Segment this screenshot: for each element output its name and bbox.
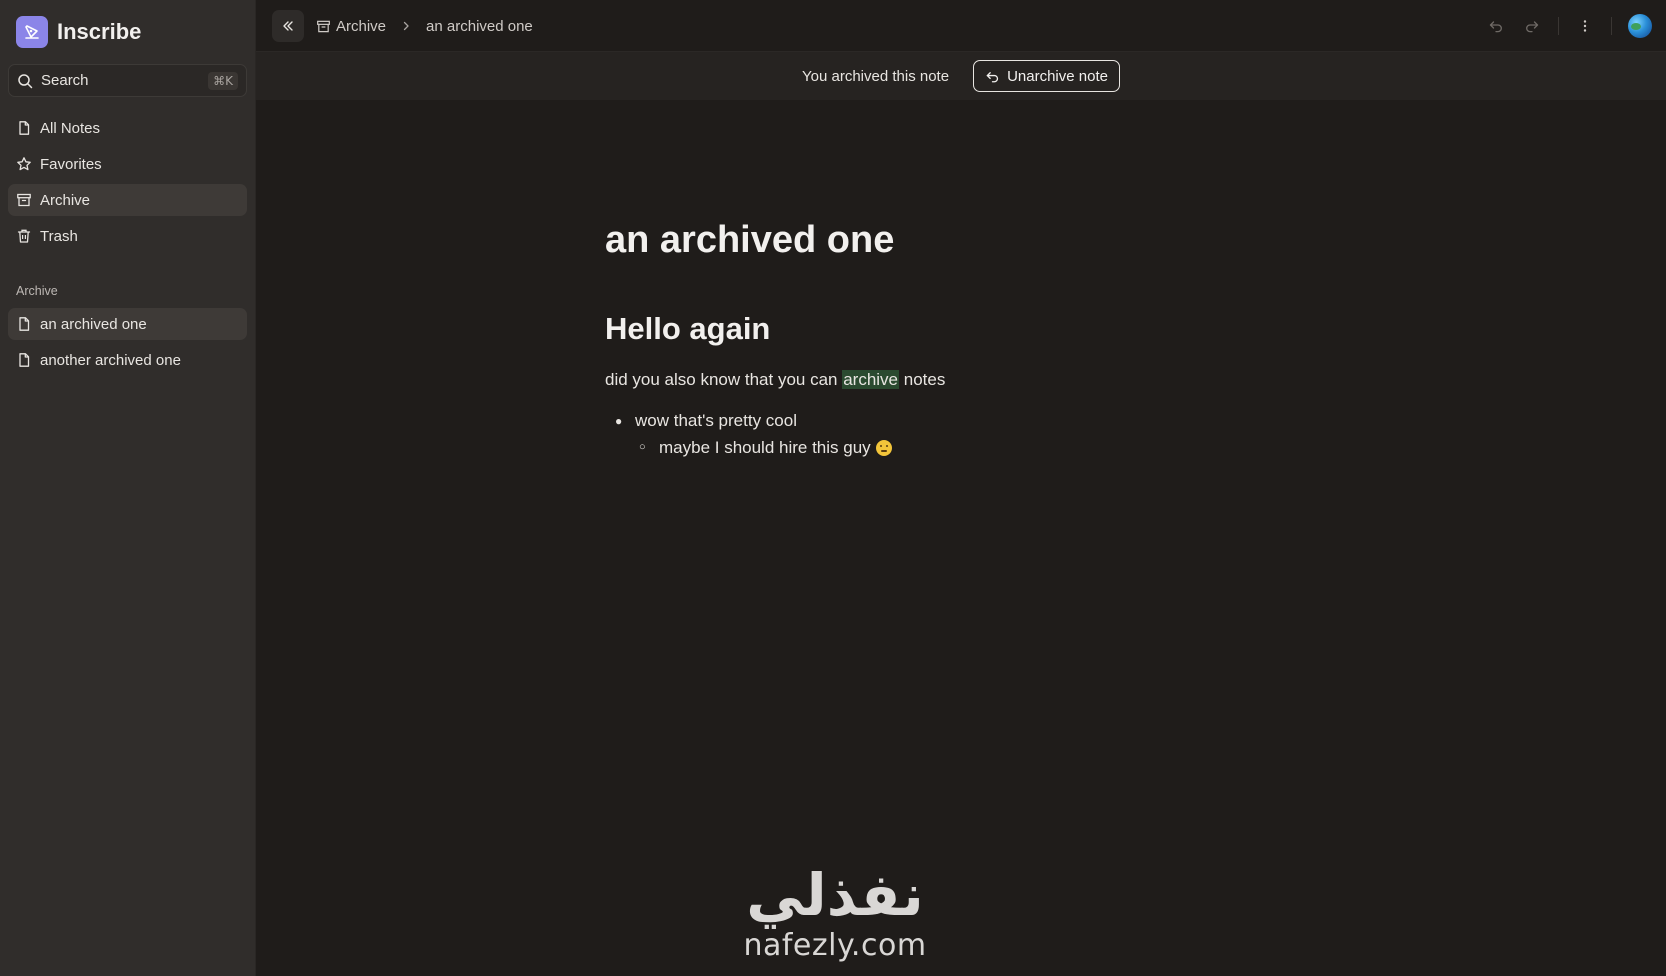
bullet-icon: ● (615, 414, 623, 429)
note-item-label: an archived one (40, 315, 147, 333)
top-bar: Archive an archived one (256, 0, 1666, 52)
note-paragraph[interactable]: did you also know that you can archive n… (605, 367, 1325, 393)
sidebar-item-favorites[interactable]: Favorites (8, 148, 247, 180)
sidebar-item-label: Trash (40, 227, 78, 245)
breadcrumb-archive-label: Archive (336, 17, 387, 35)
search-shortcut: ⌘K (208, 71, 238, 90)
archive-icon (317, 20, 330, 32)
unarchive-note-label: Unarchive note (1007, 67, 1108, 85)
watermark-latin: nafezly.com (743, 928, 927, 963)
inscribe-logo-icon (16, 16, 48, 48)
undo-icon (986, 71, 999, 82)
list-item-text: wow that's pretty cool (635, 411, 797, 431)
redo-button[interactable] (1514, 8, 1550, 44)
trash-icon (17, 229, 31, 243)
sidebar-item-archive[interactable]: Archive (8, 184, 247, 216)
app-name: Inscribe (57, 19, 142, 44)
main-nav: All Notes Favorites Archive Trash (8, 112, 247, 256)
archive-section-label: Archive (16, 284, 58, 298)
file-icon (19, 121, 30, 135)
more-vertical-icon (1583, 20, 1587, 32)
sidebar: Inscribe Search ⌘K All Notes Favorites A… (0, 0, 256, 976)
file-icon (19, 317, 30, 331)
sidebar-item-trash[interactable]: Trash (8, 220, 247, 252)
toolbar-divider (1558, 17, 1559, 35)
file-icon (19, 353, 30, 367)
archived-notes-list: an archived one another archived one (8, 308, 247, 380)
note-item-label: another archived one (40, 351, 181, 369)
note-item-another-archived-one[interactable]: another archived one (8, 344, 247, 376)
breadcrumb-current: an archived one (426, 17, 533, 35)
top-actions (1478, 0, 1652, 52)
list-item[interactable]: ○ maybe I should hire this guy (605, 435, 1325, 461)
note-heading[interactable]: Hello again (605, 310, 1325, 347)
note-item-an-archived-one[interactable]: an archived one (8, 308, 247, 340)
sidebar-item-label: All Notes (40, 119, 101, 137)
list-item-text: maybe I should hire this guy (659, 437, 871, 457)
sidebar-item-all-notes[interactable]: All Notes (8, 112, 247, 144)
note-title[interactable]: an archived one (605, 218, 1325, 264)
search-icon (18, 73, 33, 88)
archive-banner-text: You archived this note (802, 67, 950, 85)
watermark-arabic: نفذلي (746, 861, 924, 929)
chevrons-left-icon (283, 21, 293, 31)
more-options-button[interactable] (1567, 8, 1603, 44)
highlighted-text: archive (842, 369, 900, 389)
list-item[interactable]: ● wow that's pretty cool (605, 408, 1325, 434)
breadcrumb: Archive an archived one (316, 0, 533, 52)
paragraph-text: notes (899, 369, 946, 389)
undo-button[interactable] (1478, 8, 1514, 44)
collapse-sidebar-button[interactable] (272, 10, 304, 42)
search-label: Search (41, 72, 89, 89)
star-icon (17, 157, 31, 171)
unarchive-note-button[interactable]: Unarchive note (973, 60, 1120, 92)
breadcrumb-archive[interactable]: Archive (316, 18, 386, 35)
avatar[interactable] (1628, 14, 1652, 38)
bullet-list: ● wow that's pretty cool ○ maybe I shoul… (605, 408, 1325, 460)
paragraph-text: did you also know that you can (605, 369, 843, 389)
chevron-right-icon (401, 21, 411, 31)
watermark-logo: نفذلي nafezly.com (720, 862, 950, 976)
redo-icon (1526, 21, 1539, 33)
archive-banner: You archived this note Unarchive note (256, 52, 1666, 100)
hollow-bullet-icon: ○ (639, 441, 646, 454)
sidebar-item-label: Archive (40, 191, 91, 209)
sidebar-item-label: Favorites (40, 155, 102, 173)
brand[interactable]: Inscribe (16, 16, 141, 48)
undo-icon (1489, 21, 1502, 33)
search-button[interactable]: Search ⌘K (8, 64, 247, 97)
thinking-face-emoji-icon (875, 439, 892, 456)
note-editor[interactable]: an archived one Hello again did you also… (605, 218, 1325, 460)
archive-icon (17, 193, 31, 207)
toolbar-divider (1611, 17, 1612, 35)
